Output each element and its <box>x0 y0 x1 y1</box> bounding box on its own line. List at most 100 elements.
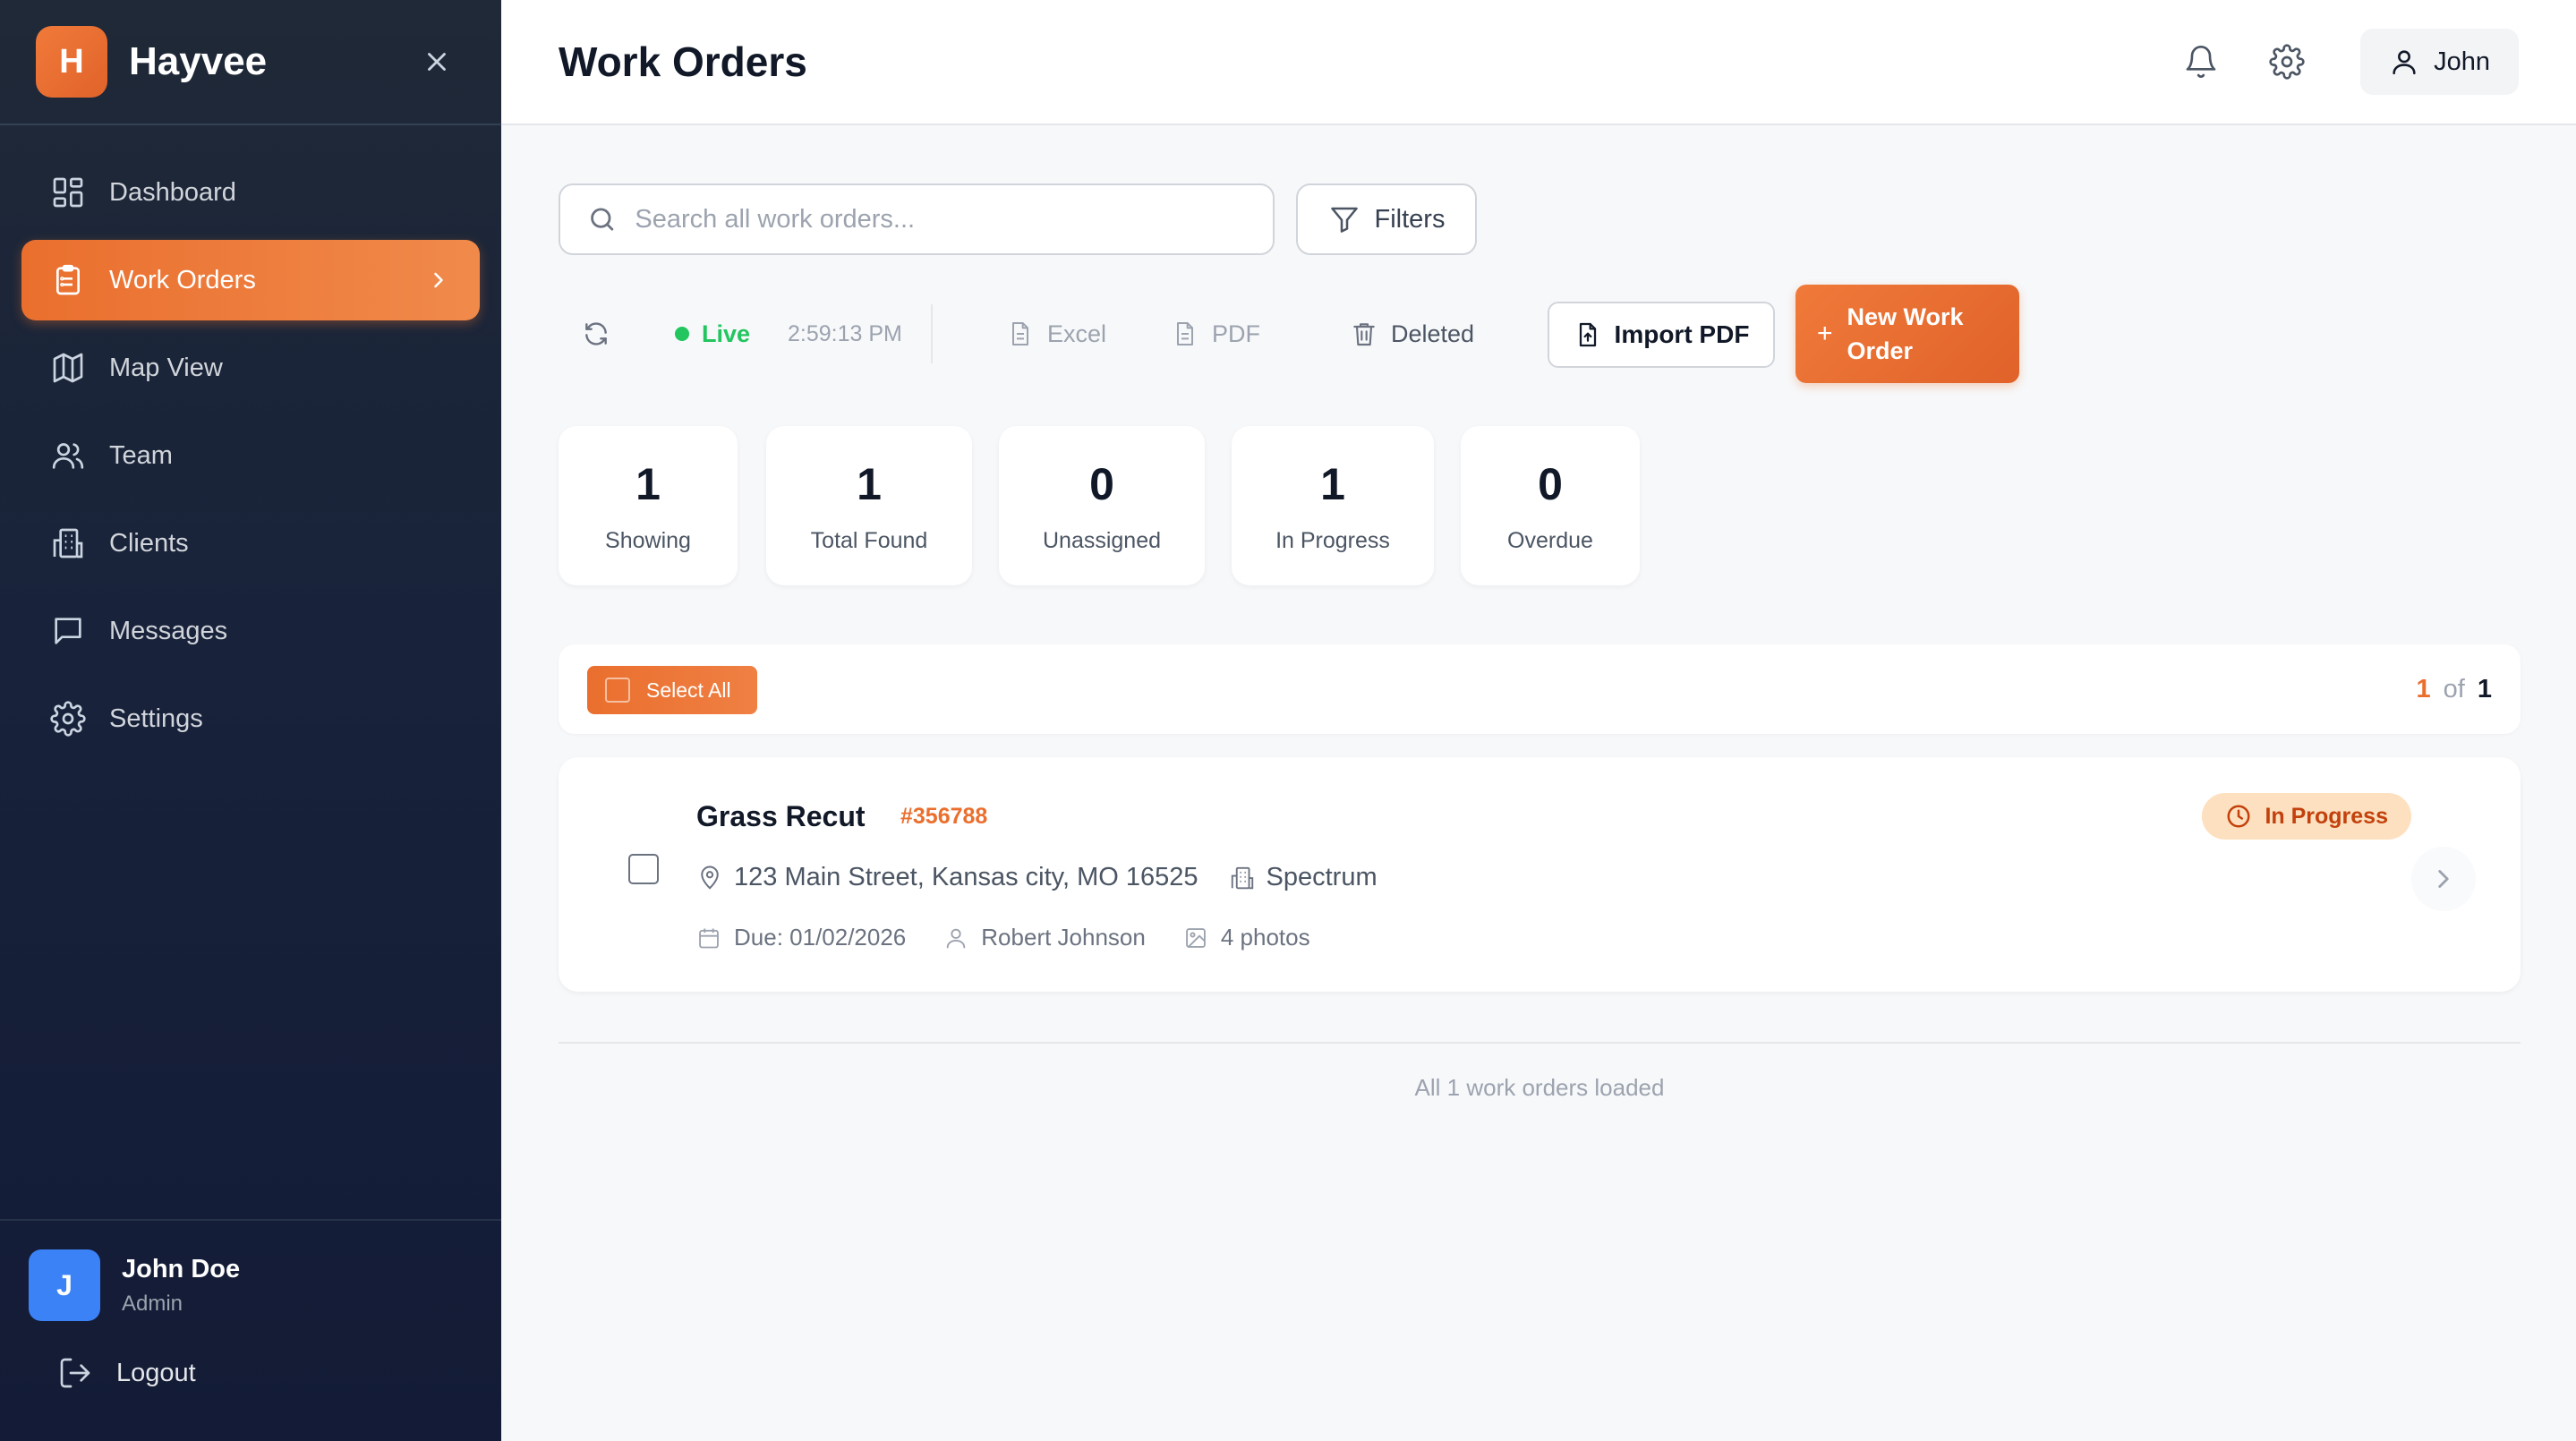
sidebar-nav: Dashboard Work Orders Map View Team Clie… <box>0 125 501 759</box>
assignee-name: Robert Johnson <box>981 924 1146 951</box>
work-order-client: Spectrum <box>1266 863 1378 891</box>
file-upload-icon <box>1579 322 1596 347</box>
status-label: In Progress <box>2265 803 2388 829</box>
page-total: 1 <box>2477 674 2492 703</box>
stat-label: In Progress <box>1275 527 1390 553</box>
select-all-checkbox[interactable] <box>605 678 630 703</box>
location-pin-icon <box>701 865 719 890</box>
sidebar: H Hayvee Dashboard Work Orders Map View … <box>0 0 501 1441</box>
sidebar-item-work-orders[interactable]: Work Orders <box>21 240 480 320</box>
user-info: John Doe Admin <box>122 1255 240 1317</box>
top-actions: John <box>2142 29 2519 95</box>
dashboard-icon <box>53 177 83 208</box>
refresh-button[interactable] <box>582 285 610 383</box>
page-of: of <box>2443 674 2465 703</box>
page-title: Work Orders <box>559 38 807 85</box>
message-icon <box>55 618 81 644</box>
sidebar-item-team[interactable]: Team <box>21 415 480 496</box>
stat-label: Overdue <box>1507 527 1593 553</box>
trash-icon <box>1353 323 1375 346</box>
user-menu-button[interactable]: John <box>2360 29 2519 95</box>
gear-icon <box>50 701 86 737</box>
sidebar-item-label: Team <box>109 440 173 470</box>
live-label: Live <box>702 320 751 347</box>
toolbar: Live 2:59:13 PM Excel PDF Deleted Import… <box>559 285 2026 383</box>
work-order-card[interactable]: Grass Recut #356788 123 Main Street, Kan… <box>559 757 2521 992</box>
filters-label: Filters <box>1374 204 1446 234</box>
sidebar-item-dashboard[interactable]: Dashboard <box>21 152 480 233</box>
sidebar-item-clients[interactable]: Clients <box>21 503 480 584</box>
work-order-meta: Due: 01/02/2026 Robert Johnson 4 photos <box>696 924 1348 951</box>
live-indicator: Live <box>675 285 750 383</box>
sidebar-item-label: Map View <box>109 353 223 382</box>
sidebar-item-label: Settings <box>109 703 203 733</box>
building-icon <box>1231 866 1253 889</box>
chevron-right-icon <box>434 272 443 288</box>
new-work-order-label: New Work Order <box>1847 303 1964 364</box>
stat-showing: 1 Showing <box>559 426 738 585</box>
sidebar-item-map-view[interactable]: Map View <box>21 328 480 408</box>
logout-button[interactable]: Logout <box>0 1321 501 1391</box>
search-input[interactable] <box>635 204 1246 234</box>
due-date: Due: 01/02/2026 <box>734 924 907 951</box>
sidebar-item-settings[interactable]: Settings <box>21 678 480 759</box>
toolbar-divider <box>931 304 933 363</box>
pdf-label: PDF <box>1212 320 1260 347</box>
stat-overdue: 0 Overdue <box>1461 426 1640 585</box>
work-order-checkbox[interactable] <box>628 854 659 884</box>
user-role: Admin <box>122 1291 183 1316</box>
logout-icon <box>60 1358 90 1388</box>
stat-value: 1 <box>857 458 882 509</box>
stat-total-found: 1 Total Found <box>766 426 972 585</box>
user-icon <box>947 928 966 948</box>
stat-value: 0 <box>1538 458 1563 509</box>
open-work-order-button[interactable] <box>2411 847 2476 911</box>
filters-button[interactable]: Filters <box>1296 183 1477 255</box>
last-updated-time: 2:59:13 PM <box>788 320 902 346</box>
excel-label: Excel <box>1047 320 1107 347</box>
work-order-assignee: Robert Johnson <box>943 924 1146 951</box>
import-pdf-button[interactable]: Import PDF <box>1548 302 1775 368</box>
refresh-icon <box>585 322 607 345</box>
team-icon <box>52 443 84 469</box>
notifications-button[interactable] <box>2174 35 2228 89</box>
settings-button[interactable] <box>2260 35 2314 89</box>
plus-icon: + <box>1817 319 1833 348</box>
export-pdf-button[interactable]: PDF <box>1171 285 1260 383</box>
close-sidebar-button[interactable] <box>415 40 458 83</box>
stat-value: 1 <box>635 458 661 509</box>
avatar: J <box>29 1249 100 1321</box>
clipboard-icon <box>56 264 80 295</box>
sidebar-footer: J John Doe Admin Logout <box>0 1219 501 1441</box>
select-all-button[interactable]: Select All <box>587 666 757 714</box>
stat-in-progress: 1 In Progress <box>1232 426 1434 585</box>
stat-label: Total Found <box>810 527 928 553</box>
stat-unassigned: 0 Unassigned <box>999 426 1205 585</box>
new-work-order-button[interactable]: + New Work Order <box>1796 285 2019 383</box>
logout-label: Logout <box>116 1358 196 1387</box>
export-excel-button[interactable]: Excel <box>1006 285 1106 383</box>
list-end-message: All 1 work orders loaded <box>1414 1074 1665 1101</box>
work-order-photos: 4 photos <box>1183 924 1310 951</box>
search-box <box>559 183 1275 255</box>
deleted-button[interactable]: Deleted <box>1350 285 1474 383</box>
stat-label: Showing <box>605 527 691 553</box>
file-icon <box>1177 322 1193 345</box>
chevron-right-icon <box>2438 870 2449 888</box>
photo-count: 4 photos <box>1220 924 1310 951</box>
work-order-address: 123 Main Street, Kansas city, MO 16525 <box>734 863 1198 891</box>
sidebar-item-messages[interactable]: Messages <box>21 591 480 671</box>
map-icon <box>53 353 83 383</box>
sidebar-header: H Hayvee <box>0 0 501 125</box>
import-pdf-label: Import PDF <box>1614 320 1750 348</box>
status-badge: In Progress <box>2202 793 2411 840</box>
list-header: Select All 1 of 1 <box>559 644 2521 734</box>
top-bar: Work Orders John <box>501 0 2576 125</box>
user-profile[interactable]: J John Doe Admin <box>0 1221 501 1321</box>
stat-value: 0 <box>1089 458 1114 509</box>
stat-label: Unassigned <box>1042 527 1162 553</box>
sidebar-item-label: Clients <box>109 528 189 558</box>
search-icon <box>591 208 614 231</box>
calendar-icon <box>699 928 719 948</box>
bell-icon <box>2186 46 2216 78</box>
